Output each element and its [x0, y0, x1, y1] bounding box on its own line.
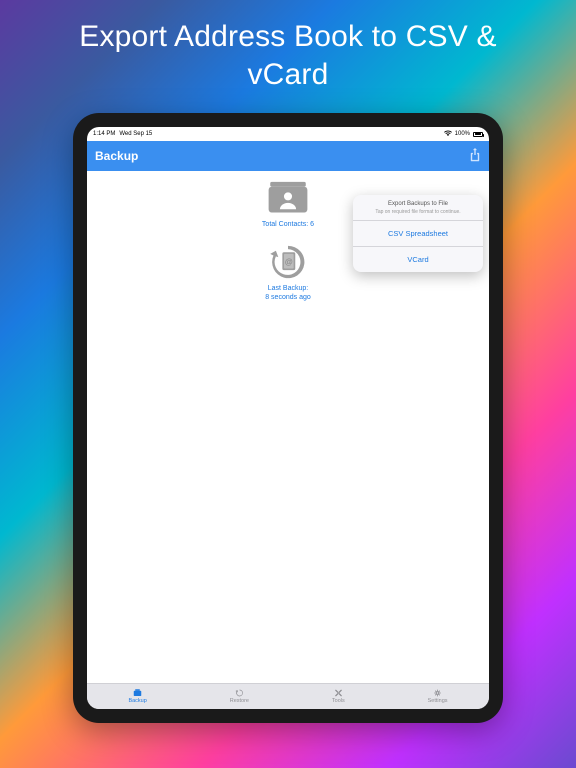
tab-settings-label: Settings: [428, 698, 448, 704]
popover-option-vcard[interactable]: VCard: [353, 247, 483, 272]
tab-tools-label: Tools: [332, 698, 345, 704]
contacts-card[interactable]: Total Contacts: 6: [262, 179, 314, 229]
header-title: Backup: [95, 149, 138, 163]
restore-tab-icon: [234, 689, 244, 697]
body-area: Total Contacts: 6 @ Last Backup: 8 seco: [87, 171, 489, 683]
ipad-frame: 1:14 PM Wed Sep 15 100% Backup: [73, 113, 503, 723]
tab-backup-label: Backup: [128, 698, 146, 704]
backup-tab-icon: [133, 689, 143, 697]
promo-title-line2: vCard: [247, 58, 328, 91]
tab-restore[interactable]: Restore: [230, 689, 249, 704]
status-bar: 1:14 PM Wed Sep 15 100%: [87, 127, 489, 141]
battery-icon: [473, 132, 483, 137]
screen-header: Backup: [87, 141, 489, 171]
popover-header: Export Backups to File Tap on required f…: [353, 195, 483, 221]
contacts-icon: [265, 179, 311, 217]
settings-tab-icon: [433, 689, 443, 697]
last-backup-card[interactable]: @ Last Backup: 8 seconds ago: [265, 243, 311, 302]
popover-subtitle: Tap on required file format to continue.: [359, 209, 477, 215]
promo-title: Export Address Book to CSV & vCard: [79, 18, 496, 93]
tab-restore-label: Restore: [230, 698, 249, 704]
promo-title-line1: Export Address Book to CSV &: [79, 20, 496, 53]
last-backup-line1: Last Backup:: [268, 285, 308, 292]
share-button[interactable]: [469, 148, 481, 165]
status-left: 1:14 PM Wed Sep 15: [93, 131, 152, 137]
export-popover: Export Backups to File Tap on required f…: [353, 195, 483, 272]
last-backup-line2: 8 seconds ago: [265, 294, 311, 301]
contacts-label: Total Contacts: 6: [262, 220, 314, 229]
backup-history-icon: @: [265, 243, 311, 281]
battery-percent: 100%: [455, 131, 470, 137]
promo-background: Export Address Book to CSV & vCard 1:14 …: [0, 0, 576, 768]
svg-text:@: @: [285, 258, 293, 267]
tools-tab-icon: [333, 689, 343, 697]
wifi-icon: [444, 130, 452, 138]
tab-tools[interactable]: Tools: [332, 689, 345, 704]
status-right: 100%: [444, 130, 483, 138]
tab-bar: Backup Restore Tools: [87, 683, 489, 709]
ipad-screen: 1:14 PM Wed Sep 15 100% Backup: [87, 127, 489, 709]
last-backup-label: Last Backup: 8 seconds ago: [265, 284, 311, 302]
popover-title: Export Backups to File: [359, 201, 477, 207]
status-date: Wed Sep 15: [119, 131, 152, 137]
status-time: 1:14 PM: [93, 131, 115, 137]
tab-settings[interactable]: Settings: [428, 689, 448, 704]
tab-backup[interactable]: Backup: [128, 689, 146, 704]
popover-option-csv[interactable]: CSV Spreadsheet: [353, 221, 483, 247]
